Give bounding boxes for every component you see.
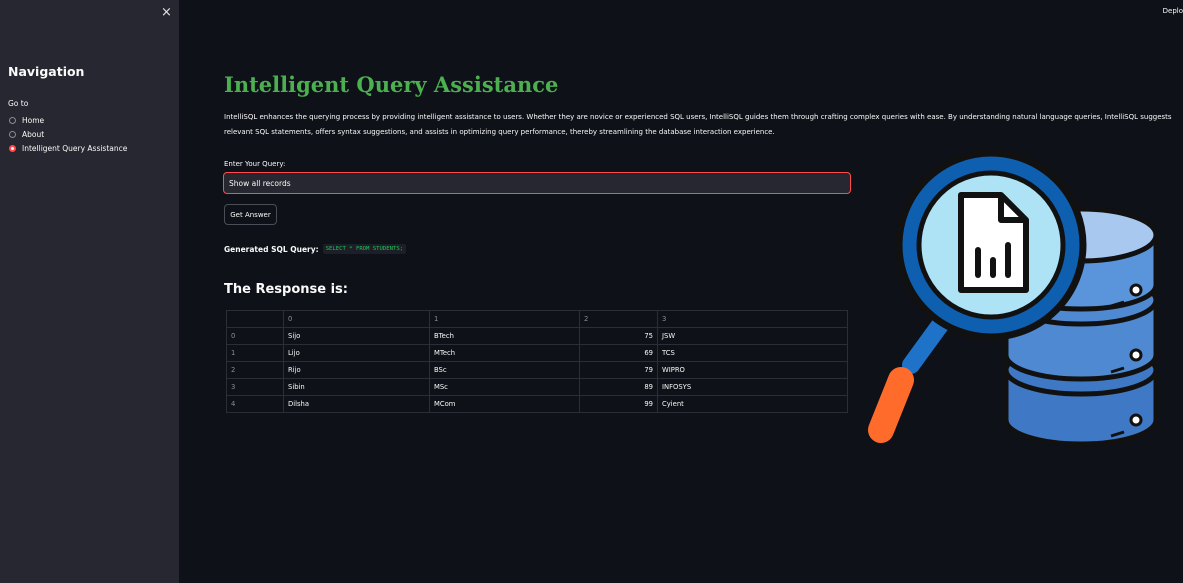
table-cell: BSc (429, 361, 580, 379)
table-row: 2 Rijo BSc 79 WIPRO (226, 361, 848, 379)
table-cell: BTech (429, 327, 580, 345)
table-header-cell[interactable]: 0 (283, 310, 430, 328)
generated-sql-code: SELECT * FROM STUDENTS; (322, 244, 407, 254)
table-cell: MSc (429, 378, 580, 396)
table-cell: MCom (429, 395, 580, 413)
table-cell: Cyient (657, 395, 848, 413)
generated-sql: Generated SQL Query: SELECT * FROM STUDE… (224, 244, 407, 254)
radio-icon (9, 117, 16, 124)
radio-option-about[interactable]: About (9, 130, 44, 139)
table-index-cell: 3 (226, 378, 284, 396)
table-cell: 69 (579, 344, 658, 362)
radio-group-label: Go to (8, 99, 29, 108)
table-cell: 79 (579, 361, 658, 379)
table-cell: WIPRO (657, 361, 848, 379)
table-header-cell[interactable]: 2 (579, 310, 658, 328)
table-cell: Sibin (283, 378, 430, 396)
get-answer-button[interactable]: Get Answer (224, 204, 277, 225)
table-row: 0 Sijo BTech 75 JSW (226, 327, 848, 345)
table-index-cell: 4 (226, 395, 284, 413)
query-input[interactable] (223, 172, 851, 194)
table-cell: 89 (579, 378, 658, 396)
radio-selected-icon (9, 145, 16, 152)
table-cell: 99 (579, 395, 658, 413)
table-cell: Sijo (283, 327, 430, 345)
sidebar: × Navigation Go to Home About Intelligen… (0, 0, 179, 583)
table-header-cell[interactable]: 1 (429, 310, 580, 328)
page-description: IntelliSQL enhances the querying process… (224, 113, 1172, 136)
response-table: 0 1 2 3 0 Sijo BTech 75 JSW 1 Lijo MTech… (226, 310, 848, 413)
query-label: Enter Your Query: (224, 160, 286, 168)
table-index-cell: 2 (226, 361, 284, 379)
page-title: Intelligent Query Assistance (224, 72, 559, 97)
generated-sql-label: Generated SQL Query: (224, 244, 319, 254)
close-sidebar-icon[interactable]: × (161, 5, 172, 20)
table-header-row: 0 1 2 3 (226, 310, 848, 328)
response-heading: The Response is: (224, 282, 348, 297)
table-header-cell[interactable]: 3 (657, 310, 848, 328)
database-search-icon (868, 150, 1159, 447)
radio-label: Home (22, 116, 45, 125)
radio-label: About (22, 130, 45, 139)
table-row: 4 Dilsha MCom 99 Cyient (226, 395, 848, 413)
table-cell: 75 (579, 327, 658, 345)
table-cell: JSW (657, 327, 848, 345)
table-header-cell[interactable] (226, 310, 284, 328)
table-cell: MTech (429, 344, 580, 362)
table-row: 1 Lijo MTech 69 TCS (226, 344, 848, 362)
table-cell: Lijo (283, 344, 430, 362)
deploy-button[interactable]: Deplo (1163, 7, 1183, 15)
table-cell: Rijo (283, 361, 430, 379)
table-index-cell: 0 (226, 327, 284, 345)
table-cell: INFOSYS (657, 378, 848, 396)
table-index-cell: 1 (226, 344, 284, 362)
radio-icon (9, 131, 16, 138)
table-row: 3 Sibin MSc 89 INFOSYS (226, 378, 848, 396)
radio-option-home[interactable]: Home (9, 116, 44, 125)
radio-option-intelligent-query-assistance[interactable]: Intelligent Query Assistance (9, 144, 127, 153)
radio-label: Intelligent Query Assistance (22, 144, 128, 153)
sidebar-title: Navigation (8, 64, 85, 79)
table-cell: TCS (657, 344, 848, 362)
table-cell: Dilsha (283, 395, 430, 413)
